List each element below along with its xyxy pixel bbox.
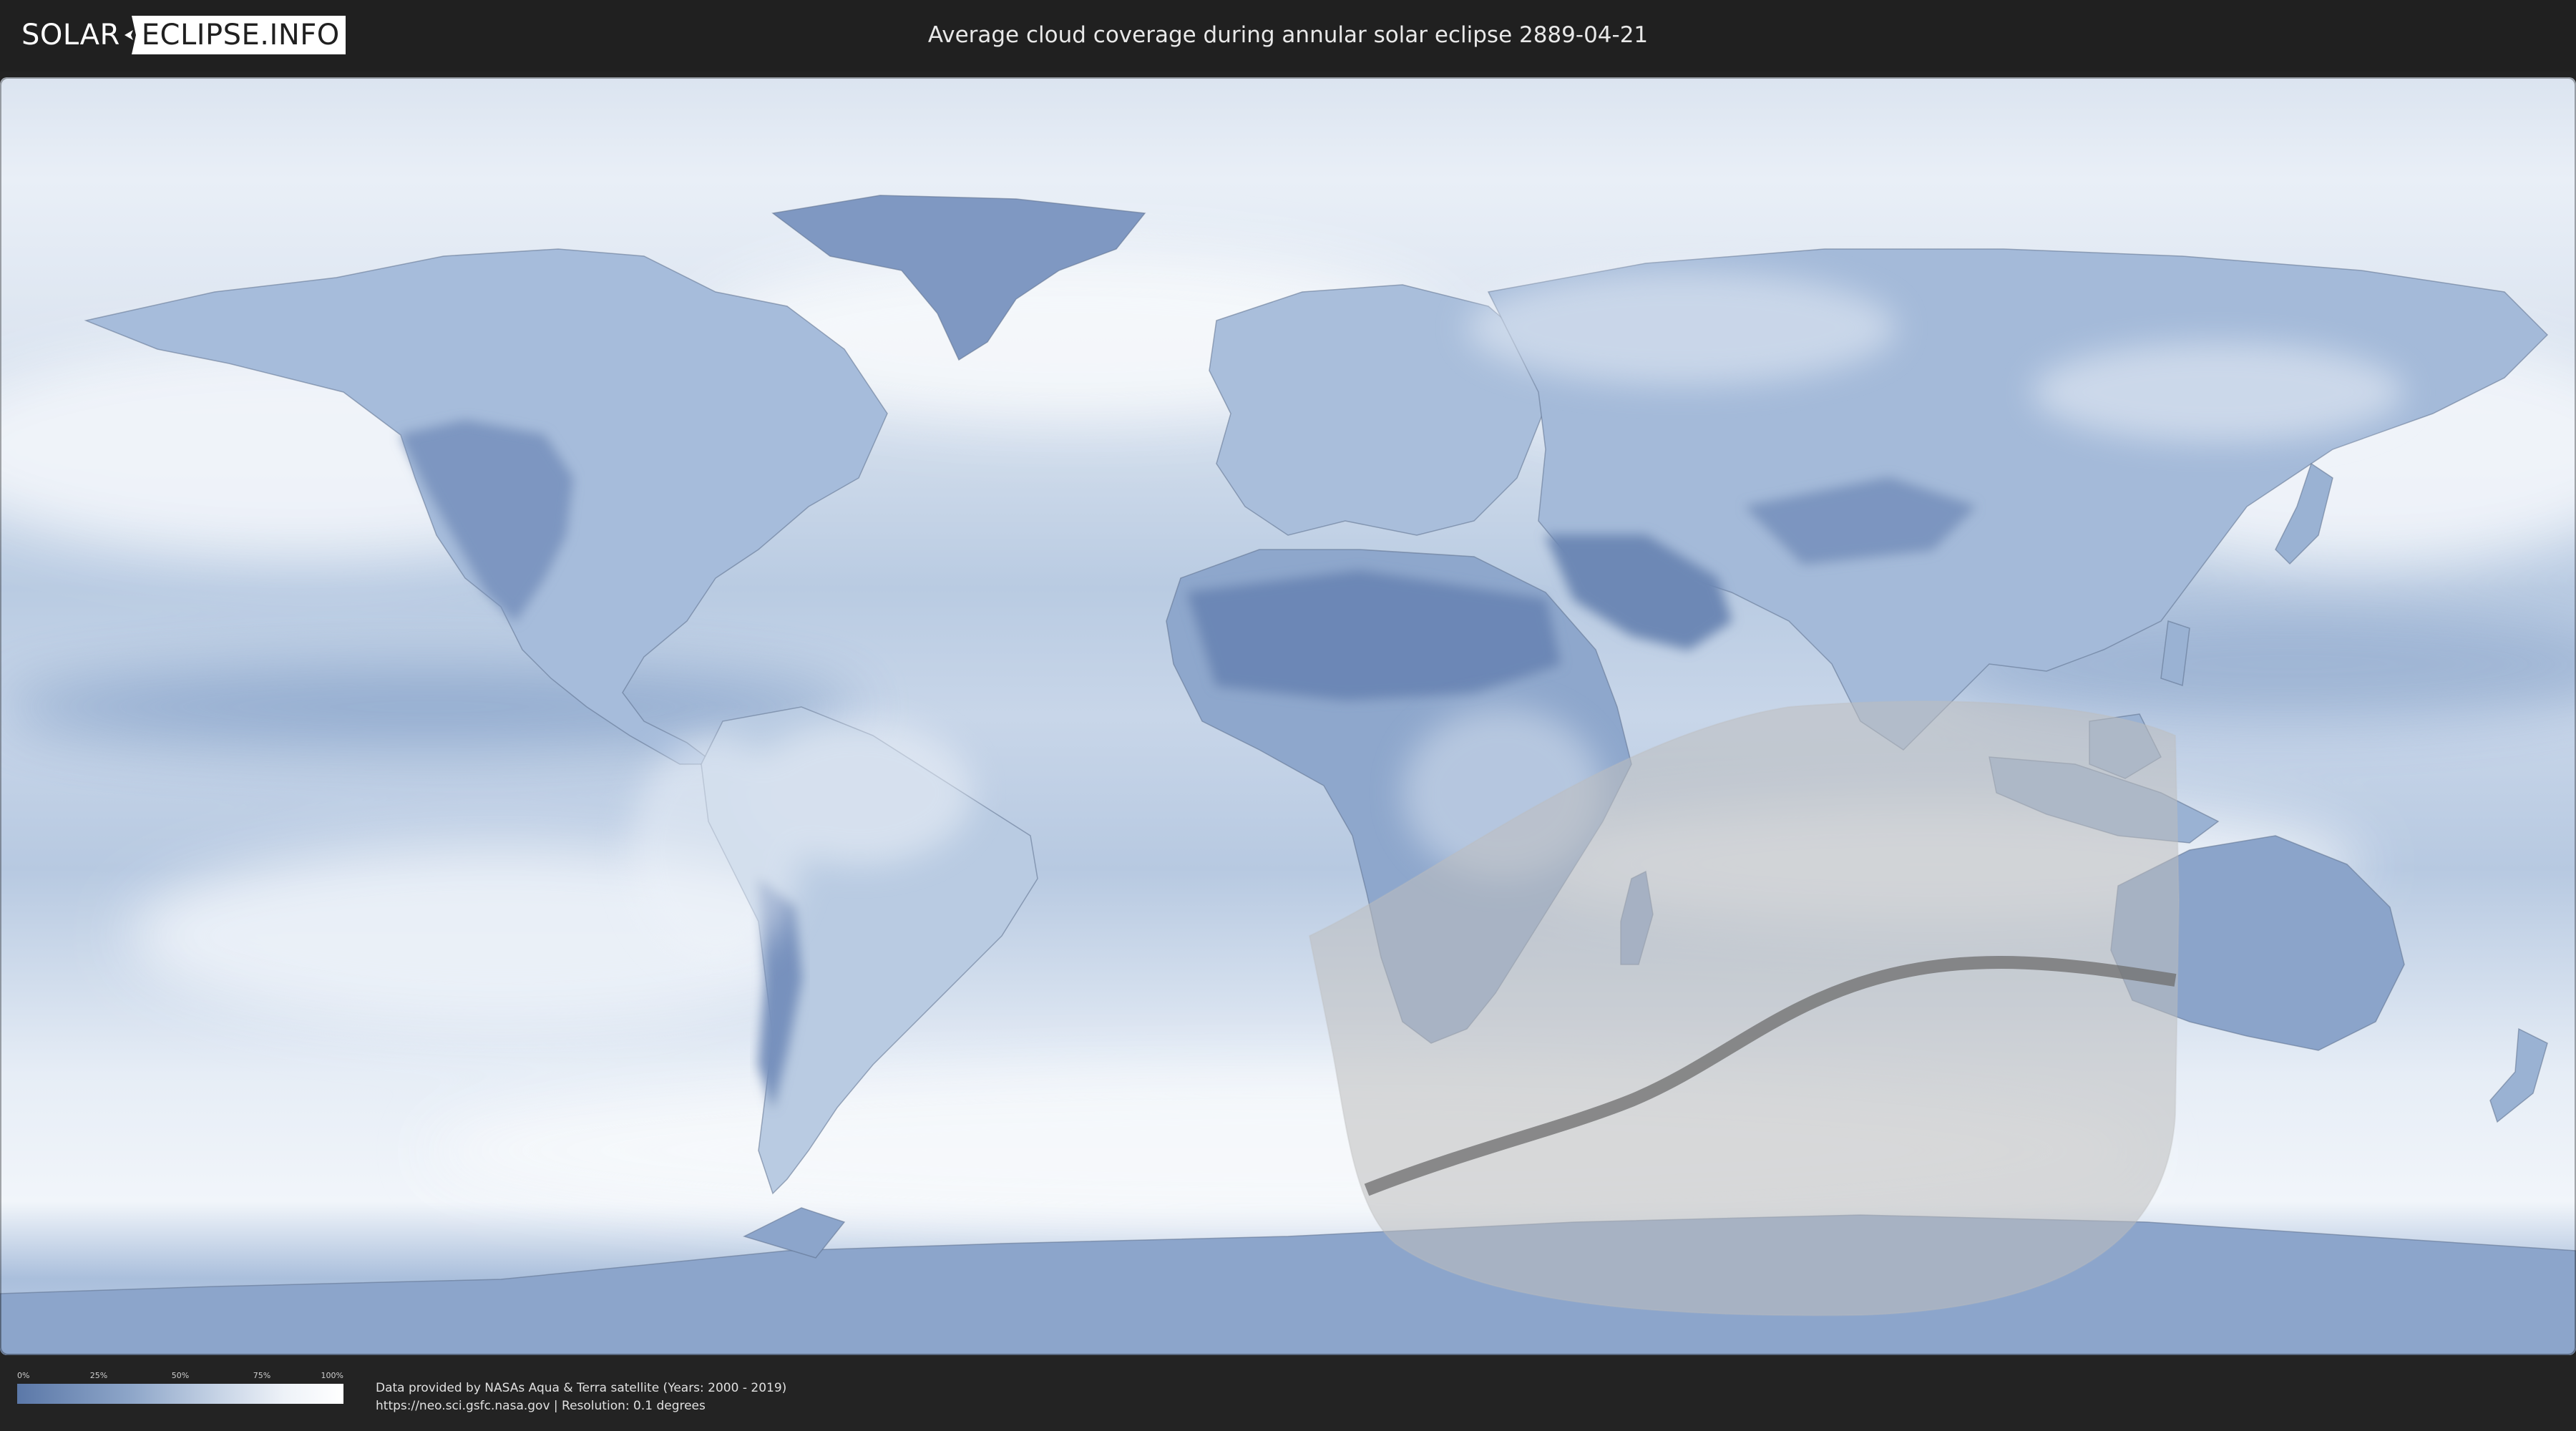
legend-tick-75: 75%	[253, 1371, 271, 1380]
legend-tick-25: 25%	[89, 1371, 108, 1380]
credit-line-source: Data provided by NASAs Aqua & Terra sate…	[376, 1381, 787, 1395]
cloud-coverage-legend: 0% 25% 50% 75% 100%	[17, 1371, 343, 1414]
cloud-coverage-map[interactable]	[0, 77, 2576, 1355]
legend-tick-0: 0%	[17, 1371, 30, 1380]
footer-bar: 0% 25% 50% 75% 100% Data provided by NAS…	[0, 1355, 2576, 1431]
legend-color-bar	[17, 1384, 343, 1404]
legend-tick-50: 50%	[171, 1371, 190, 1380]
page: SOLAR ECLIPSE.INFO Average cloud coverag…	[0, 0, 2576, 1431]
page-title: Average cloud coverage during annular so…	[927, 22, 1649, 48]
header-bar: SOLAR ECLIPSE.INFO Average cloud coverag…	[0, 0, 2576, 72]
legend-tick-100: 100%	[321, 1371, 343, 1380]
credit-line-url: https://neo.sci.gsfc.nasa.gov | Resoluti…	[376, 1399, 706, 1413]
data-credits: Data provided by NASAs Aqua & Terra sate…	[376, 1379, 786, 1415]
